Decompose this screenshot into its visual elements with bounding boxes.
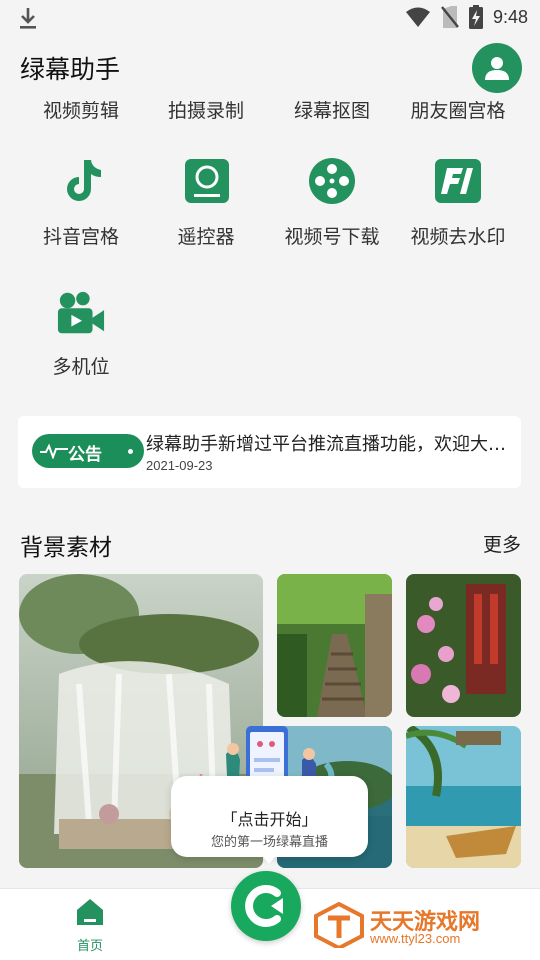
tool-remote[interactable]: 遥控器 bbox=[143, 222, 269, 249]
tool-channel-download[interactable]: 视频号下载 bbox=[269, 222, 395, 249]
announcement-text: 绿幕助手新增过平台推流直播功能，欢迎大家体验使用 bbox=[146, 434, 521, 455]
announcement-card[interactable]: 公告 绿幕助手新增过平台推流直播功能，欢迎大家体验使用 2021-09-23 bbox=[18, 416, 521, 488]
background-tile-forest-stairs[interactable] bbox=[277, 574, 392, 717]
announcement-badge-label: 公告 bbox=[68, 445, 102, 465]
tool-remove-watermark[interactable]: 视频去水印 bbox=[395, 222, 521, 249]
no-sim-icon bbox=[441, 6, 459, 28]
wifi-icon bbox=[405, 7, 430, 27]
watermark-logo bbox=[314, 902, 364, 948]
background-tile-flower-wall[interactable] bbox=[406, 574, 521, 717]
tool-moments-grid[interactable]: 朋友圈宫格 bbox=[395, 96, 521, 123]
film-reel-icon[interactable] bbox=[307, 156, 357, 206]
tool-douyin-grid[interactable]: 抖音宫格 bbox=[18, 222, 144, 249]
tab-home-label: 首页 bbox=[76, 939, 103, 954]
status-bar: 9:48 bbox=[0, 0, 540, 36]
background-image bbox=[277, 574, 392, 717]
home-icon bbox=[77, 899, 103, 925]
tool-video-edit[interactable]: 视频剪辑 bbox=[18, 96, 144, 123]
popup-title: 「点击开始」 bbox=[221, 810, 318, 829]
section-title: 背景素材 bbox=[20, 535, 112, 561]
watermark-remove-icon[interactable] bbox=[433, 156, 483, 206]
download-icon bbox=[20, 8, 36, 29]
more-link[interactable]: 更多 bbox=[483, 530, 521, 557]
announcement-badge: 公告 bbox=[32, 434, 144, 468]
start-live-button[interactable] bbox=[231, 871, 301, 941]
battery-charging-icon bbox=[468, 5, 483, 29]
avatar-button[interactable] bbox=[472, 43, 522, 93]
tool-shoot-record[interactable]: 拍摄录制 bbox=[143, 96, 269, 123]
user-icon bbox=[485, 57, 509, 80]
site-watermark: 天天游戏网 www.ttyl23.com bbox=[314, 898, 534, 950]
background-tile-beach-boat[interactable] bbox=[406, 726, 521, 868]
dot-icon bbox=[128, 449, 133, 454]
video-camera-icon[interactable] bbox=[56, 288, 106, 338]
tool-green-screen-cutout[interactable]: 绿幕抠图 bbox=[269, 96, 395, 123]
tab-home[interactable]: 首页 bbox=[60, 897, 120, 954]
watermark-url: www.ttyl23.com bbox=[370, 931, 461, 946]
background-image bbox=[406, 726, 521, 868]
app-title: 绿幕助手 bbox=[20, 55, 121, 84]
tiktok-icon[interactable] bbox=[57, 156, 107, 206]
remote-icon[interactable] bbox=[182, 156, 232, 206]
start-live-popup[interactable]: 「点击开始」 您的第一场绿幕直播 bbox=[171, 776, 368, 864]
status-time: 9:48 bbox=[492, 6, 528, 27]
pulse-icon bbox=[40, 443, 68, 459]
start-live-icon bbox=[245, 885, 283, 927]
popup-subtitle: 您的第一场绿幕直播 bbox=[210, 835, 328, 850]
announcement-date: 2021-09-23 bbox=[146, 458, 213, 473]
tool-multi-camera[interactable]: 多机位 bbox=[18, 352, 144, 379]
background-image bbox=[406, 574, 521, 717]
